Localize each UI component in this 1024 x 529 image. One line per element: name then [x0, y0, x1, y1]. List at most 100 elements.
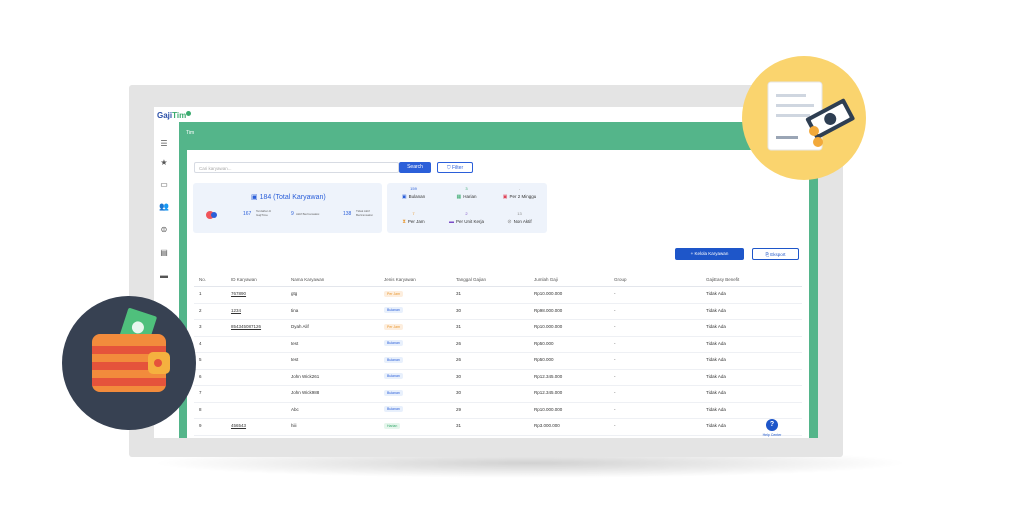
unit-icon: ▬ — [448, 219, 454, 225]
biweek-icon: ▣ — [502, 194, 508, 200]
table-row[interactable]: 7 John Wick988 30 Rp12.345.000 - Tidak Ada Bul… — [194, 386, 802, 403]
cell-group: - — [614, 307, 616, 313]
table-row[interactable]: 2 1234 tina 30 Rp98.000.000 - Tidak Ada Bulanan — [194, 304, 802, 320]
calendar-icon: ▣ — [401, 194, 407, 200]
day-icon: ▦ — [456, 194, 462, 200]
table-row[interactable]: 6 John Wick261 30 Rp12.345.000 - Tidak Ada Bul… — [194, 370, 802, 386]
employee-table: No. ID Karyawan Nama Karyawan Jenis Kary… — [194, 272, 802, 438]
pay-type-per-jam[interactable]: 7 ⧗ Per Jam — [387, 208, 440, 233]
search-input[interactable]: Cari karyawan... — [194, 162, 399, 173]
cell-date: 29 — [456, 406, 462, 412]
cell-date: 31 — [456, 423, 462, 428]
cell-date: 26 — [456, 340, 462, 346]
search-button[interactable]: Search — [399, 162, 431, 173]
cell-amount: Rp10.000.000 — [534, 291, 563, 296]
filter-button[interactable]: ⛉ Filter — [437, 162, 473, 173]
cell-group: - — [614, 340, 616, 346]
table-row[interactable]: 1 767890 gtg 31 Rp10.000.000 - Tidak Ada Per Ja… — [194, 287, 802, 304]
employee-type-badge: Bulanan — [384, 389, 403, 396]
right-accent — [809, 150, 818, 438]
employee-type-badge: Per Jam — [384, 290, 404, 297]
cell-no: 3 — [199, 324, 202, 329]
wallet-icon — [92, 308, 170, 392]
cell-no: 5 — [199, 357, 202, 362]
cell-benefit: Tidak Ada — [706, 307, 726, 313]
cell-id[interactable]: 767890 — [231, 291, 246, 296]
export-button[interactable]: ⎘ Eksport — [752, 248, 799, 260]
cell-name: Abc — [291, 406, 299, 412]
gajitim-logo-icon — [206, 211, 217, 219]
users-icon[interactable]: 👥 — [159, 202, 169, 212]
pay-type-biweekly[interactable]: - ▣ Per 2 Minggu — [493, 183, 546, 208]
cell-benefit: Tidak Ada — [706, 340, 726, 346]
question-icon: ? — [766, 419, 778, 431]
cell-name: John Wick261 — [291, 373, 320, 379]
cell-benefit: Tidak Ada — [706, 423, 726, 428]
pay-type-non-aktif[interactable]: 13 ⊘ Non Aktif — [493, 208, 546, 233]
cell-date: 31 — [456, 324, 462, 329]
cell-amount: Rp50.000 — [534, 340, 554, 346]
cell-group: - — [614, 357, 616, 362]
chat-icon[interactable]: ⊜ — [159, 225, 169, 235]
employee-type-badge: Harian — [384, 422, 401, 429]
cell-date: 30 — [456, 390, 462, 395]
manage-employee-button[interactable]: + Kelola Karyawan — [675, 248, 744, 260]
cell-id[interactable]: 1234 — [231, 308, 241, 313]
table-header: No. ID Karyawan Nama Karyawan Jenis Kary… — [194, 272, 802, 287]
registered-count: 167 — [243, 211, 252, 217]
cell-benefit: Tidak Ada — [706, 357, 726, 362]
pay-type-bulanan[interactable]: 159 ▣ Bulanan — [387, 183, 440, 208]
cell-group: - — [614, 390, 616, 395]
app-screen: GajiTim ☰ ★ ▭ 👥 ⊜ ▤ ▬ Tim Cari karyawan.… — [154, 107, 818, 438]
header-bar: Tim — [179, 122, 818, 150]
page-title: Tim — [186, 130, 195, 136]
pay-type-harian[interactable]: 3 ▦ Harian — [440, 183, 493, 208]
cell-date: 30 — [456, 373, 462, 379]
total-employees: ▣ 184 (Total Karyawan) — [251, 194, 326, 201]
cell-date: 30 — [456, 307, 462, 313]
inactive-label: Tidak Aktif Bertransaksi — [356, 209, 373, 217]
cell-amount: Rp12.345.000 — [534, 390, 563, 395]
help-center[interactable]: ? Help Center — [757, 413, 787, 437]
cell-benefit: Tidak Ada — [706, 390, 726, 395]
table-row[interactable]: 3 854345087126 Dyah Alif 31 Rp10.000.000 - Tid… — [194, 320, 802, 337]
cell-group: - — [614, 423, 616, 428]
cell-name: John Wick988 — [291, 390, 320, 395]
main-panel: Cari karyawan... Search ⛉ Filter ▣ 184 (… — [187, 150, 809, 438]
menu-icon[interactable]: ☰ — [159, 139, 169, 149]
wallet-icon[interactable]: ▬ — [159, 271, 169, 281]
active-count: 9 — [291, 211, 294, 217]
cell-id[interactable]: 456543 — [231, 423, 246, 428]
active-label: Aktif Bertransaksi — [296, 212, 320, 216]
cell-name: test — [291, 340, 299, 346]
employee-type-badge: Per Jam — [384, 323, 404, 330]
table-row[interactable]: 10DUMMY0011dompet merah26Rp1.000.000-Tid… — [194, 436, 802, 439]
employee-summary-card: ▣ 184 (Total Karyawan) 167 Terdaftar di … — [193, 183, 382, 233]
table-row[interactable]: 9 456543 hiii 31 Rp3.000.000 - Tidak Ada Harian — [194, 419, 802, 436]
cell-no: 8 — [199, 406, 202, 412]
invoice-icon — [767, 81, 855, 151]
document-icon[interactable]: ▤ — [159, 248, 169, 258]
cell-date: 31 — [456, 291, 462, 296]
cell-no: 6 — [199, 373, 202, 379]
cell-group: - — [614, 324, 616, 329]
table-row[interactable]: 5 test 26 Rp50.000 - Tidak Ada Bulanan — [194, 353, 802, 370]
cell-no: 7 — [199, 390, 202, 395]
employee-type-badge: Bulanan — [384, 406, 403, 412]
salary-document-illustration — [742, 56, 866, 180]
table-row[interactable]: 4 test 26 Rp50.000 - Tidak Ada Bulanan — [194, 337, 802, 353]
cell-benefit: Tidak Ada — [706, 291, 726, 296]
star-icon[interactable]: ★ — [159, 158, 169, 168]
inactive-count: 138 — [343, 211, 352, 217]
cell-id[interactable]: 854345087126 — [231, 324, 261, 329]
pay-type-per-unit[interactable]: 2 ▬ Per Unit Kerja — [440, 208, 493, 233]
mail-icon[interactable]: ▭ — [159, 180, 169, 190]
cell-name: tina — [291, 307, 299, 313]
cell-benefit: Tidak Ada — [706, 324, 726, 329]
employee-type-badge: Bulanan — [384, 340, 403, 346]
app-logo: GajiTim — [157, 111, 192, 120]
registered-label: Terdaftar di GajiTime — [256, 209, 272, 217]
cell-no: 9 — [199, 423, 202, 428]
table-row[interactable]: 8 Abc 29 Rp10.000.000 - Tidak Ada Bulanan — [194, 403, 802, 419]
cell-benefit: Tidak Ada — [706, 373, 726, 379]
